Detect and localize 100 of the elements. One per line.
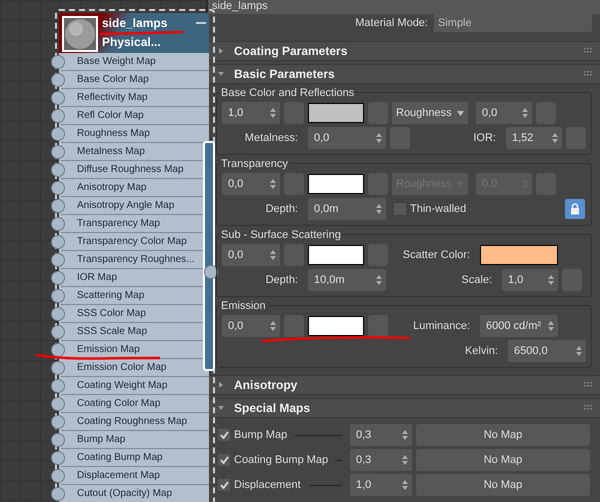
- thin-walled-checkbox[interactable]: Thin-walled: [394, 200, 561, 218]
- input-socket[interactable]: [51, 289, 65, 303]
- slot-label: Anisotropy Angle Map: [77, 199, 174, 213]
- rollout-header[interactable]: Special Maps: [208, 398, 600, 418]
- expanded-triangle-icon: [218, 71, 224, 77]
- input-socket[interactable]: [51, 199, 65, 213]
- input-socket[interactable]: [51, 433, 65, 447]
- lock-button[interactable]: [565, 199, 585, 219]
- input-socket[interactable]: [51, 451, 65, 465]
- spinner-field[interactable]: 0,0: [308, 127, 386, 149]
- slot-label: Transparency Roughnes...: [77, 253, 194, 267]
- no-map-button[interactable]: No Map: [416, 449, 590, 471]
- color-swatch[interactable]: [308, 316, 364, 336]
- color-swatch[interactable]: [308, 174, 364, 194]
- spinner-arrows-icon[interactable]: [270, 179, 276, 189]
- spinner-field[interactable]: 1,0: [222, 102, 280, 124]
- color-swatch[interactable]: [308, 245, 364, 265]
- input-socket[interactable]: [51, 253, 65, 267]
- input-socket[interactable]: [51, 127, 65, 141]
- input-socket[interactable]: [51, 217, 65, 231]
- spinner-arrows-icon[interactable]: [548, 321, 554, 331]
- material-sphere-icon: [64, 18, 96, 50]
- spinner-field[interactable]: 0,0m: [308, 198, 386, 220]
- spinner-field[interactable]: 10,0m: [308, 269, 386, 291]
- input-socket[interactable]: [51, 307, 65, 321]
- field-label: Scatter Color:: [402, 248, 471, 263]
- rollout-header[interactable]: Coating Parameters: [208, 41, 600, 61]
- map-checkbox[interactable]: [218, 479, 230, 491]
- material-mode-dropdown[interactable]: Simple: [434, 14, 592, 32]
- spinner-arrows-icon[interactable]: [270, 108, 276, 118]
- spinner-arrows-icon[interactable]: [376, 204, 382, 214]
- field-label: Metalness:: [244, 130, 299, 146]
- slot-label: Emission Map: [77, 343, 140, 357]
- map-checkbox[interactable]: [218, 454, 230, 466]
- input-socket[interactable]: [51, 145, 65, 159]
- group-title: Transparency: [220, 156, 289, 172]
- input-socket[interactable]: [51, 109, 65, 123]
- spinner-field[interactable]: 6000 cd/m²: [480, 315, 558, 337]
- spinner-field[interactable]: 0,0: [222, 315, 280, 337]
- spinner-arrows-icon[interactable]: [552, 133, 558, 143]
- input-socket[interactable]: [51, 73, 65, 87]
- input-socket[interactable]: [51, 325, 65, 339]
- slot-label: Reflectivity Map: [77, 91, 148, 105]
- spinner-field[interactable]: 0,3: [350, 449, 412, 471]
- minimize-icon[interactable]: [196, 22, 206, 24]
- slot-label: Roughness Map: [77, 127, 150, 141]
- scatter-color-swatch[interactable]: [480, 245, 558, 265]
- spinner-field[interactable]: 6500,0: [508, 340, 586, 362]
- slot-label: Emission Color Map: [77, 361, 166, 375]
- checkmark-icon: [220, 456, 228, 464]
- spinner-arrows-icon[interactable]: [402, 430, 408, 440]
- no-map-button[interactable]: No Map: [416, 424, 590, 446]
- spinner-field[interactable]: 1,0: [502, 269, 558, 291]
- grip-icon: [584, 71, 592, 77]
- spinner-field[interactable]: 0,0: [222, 244, 280, 266]
- expanded-triangle-icon: [218, 405, 224, 411]
- spinner-field[interactable]: 1,52: [506, 127, 562, 149]
- spinner-arrows-icon[interactable]: [270, 321, 276, 331]
- input-socket[interactable]: [51, 397, 65, 411]
- slot-label: Bump Map: [77, 433, 126, 447]
- spinner-arrows-icon[interactable]: [376, 133, 382, 143]
- input-socket[interactable]: [51, 487, 65, 501]
- spinner-arrows-icon[interactable]: [522, 108, 528, 118]
- input-socket[interactable]: [51, 181, 65, 195]
- color-swatch[interactable]: [308, 103, 364, 123]
- spinner-field[interactable]: 1,0: [350, 474, 412, 496]
- input-socket[interactable]: [51, 379, 65, 393]
- input-socket[interactable]: [51, 361, 65, 375]
- spinner-arrows-icon[interactable]: [270, 250, 276, 260]
- spinner-arrows-icon[interactable]: [548, 275, 554, 285]
- checkmark-icon: [220, 431, 228, 439]
- map-checkbox[interactable]: [218, 429, 230, 441]
- spinner-arrows-icon[interactable]: [376, 275, 382, 285]
- input-socket[interactable]: [51, 271, 65, 285]
- material-name-field[interactable]: side_lamps: [208, 0, 600, 14]
- no-map-button[interactable]: No Map: [416, 474, 590, 496]
- spinner-field[interactable]: 0,3: [350, 424, 412, 446]
- input-socket[interactable]: [51, 55, 65, 69]
- field-label: Material Mode:: [355, 16, 428, 31]
- input-socket[interactable]: [51, 469, 65, 483]
- map-label: Coating Bump Map: [234, 452, 328, 468]
- input-socket[interactable]: [51, 235, 65, 249]
- slot-label: Displacement Map: [77, 469, 160, 483]
- input-socket[interactable]: [51, 91, 65, 105]
- rollout-header[interactable]: Basic Parameters: [208, 64, 600, 84]
- grip-icon: [584, 405, 592, 411]
- spinner-arrows-icon[interactable]: [576, 346, 582, 356]
- grip-icon: [584, 382, 592, 388]
- field-label: IOR:: [472, 130, 497, 146]
- spinner-field[interactable]: 0,0: [222, 173, 280, 195]
- spinner-field[interactable]: 0,0: [476, 102, 532, 124]
- checkmark-icon: [220, 481, 228, 489]
- spinner-arrows-icon[interactable]: [402, 480, 408, 490]
- roughness-dropdown[interactable]: Roughness: [392, 102, 468, 124]
- input-socket[interactable]: [51, 415, 65, 429]
- grip-icon: [584, 48, 592, 54]
- rollout-header[interactable]: Anisotropy: [208, 375, 600, 395]
- input-socket[interactable]: [51, 163, 65, 177]
- input-socket[interactable]: [51, 343, 65, 357]
- spinner-arrows-icon[interactable]: [402, 455, 408, 465]
